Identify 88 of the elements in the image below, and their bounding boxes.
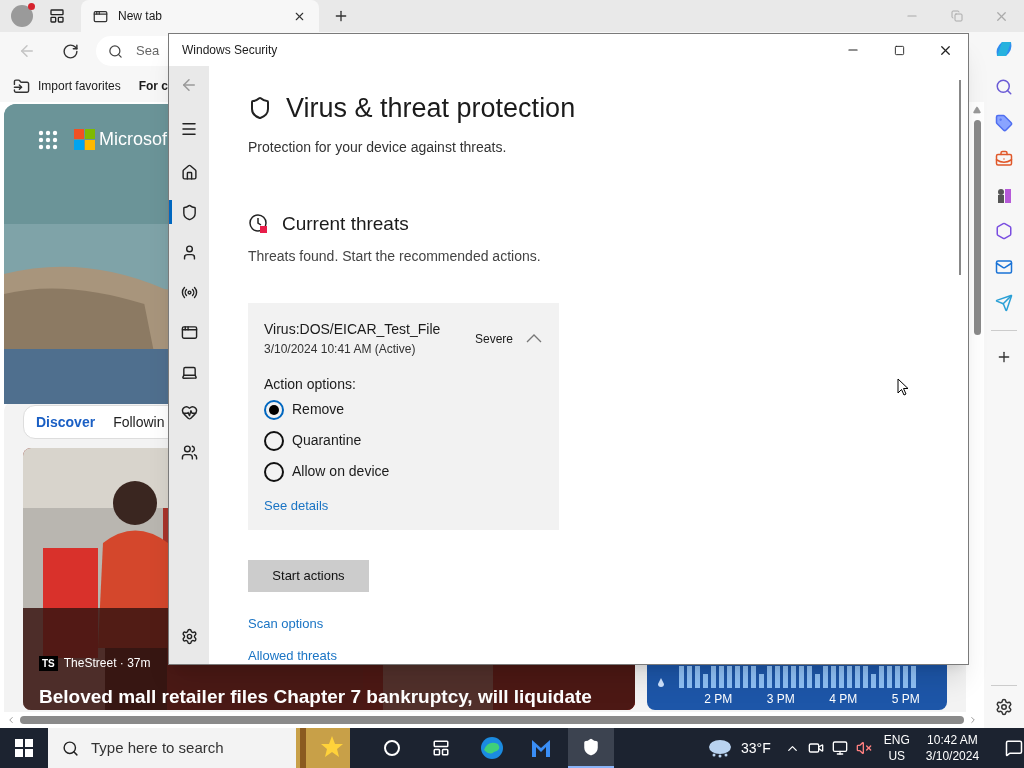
tag-icon[interactable] bbox=[995, 114, 1013, 132]
language-indicator[interactable]: ENG bbox=[883, 732, 910, 748]
page-heading: Virus & threat protection bbox=[286, 92, 576, 125]
region-indicator[interactable]: US bbox=[888, 748, 906, 764]
options-label: Action options: bbox=[264, 375, 357, 394]
menu-icon[interactable] bbox=[180, 120, 198, 138]
notifications-icon[interactable] bbox=[1005, 739, 1024, 757]
severity-label: Severe bbox=[474, 330, 513, 348]
apps-grid-icon[interactable] bbox=[38, 129, 58, 150]
section-title: Current threats bbox=[282, 211, 409, 236]
browser-swirl-icon[interactable] bbox=[480, 736, 504, 760]
time-label: 3 PM bbox=[766, 691, 795, 708]
tab-actions-icon[interactable] bbox=[49, 8, 65, 24]
option-label[interactable]: Quarantine bbox=[292, 430, 362, 451]
settings-link[interactable]: Scan options bbox=[248, 613, 956, 633]
feed-tab[interactable]: Followin bbox=[113, 411, 165, 433]
cortana-icon[interactable] bbox=[384, 740, 400, 756]
mail-icon[interactable] bbox=[995, 258, 1013, 276]
favorites-item[interactable]: For c bbox=[138, 77, 169, 95]
network-icon[interactable] bbox=[831, 740, 848, 756]
tab-title: New tab bbox=[118, 8, 164, 25]
search-icon[interactable] bbox=[995, 78, 1013, 96]
raindrop-icon bbox=[657, 678, 665, 688]
page-icon bbox=[93, 8, 108, 24]
shield-icon bbox=[180, 203, 198, 221]
threat-detected-time: 3/10/2024 10:41 AM (Active) bbox=[264, 341, 417, 358]
option-label[interactable]: Remove bbox=[292, 399, 345, 420]
radio-button[interactable] bbox=[264, 399, 284, 420]
brand-name: Microsof bbox=[99, 128, 167, 151]
weather-cloud-icon[interactable] bbox=[707, 738, 733, 758]
settings-link[interactable]: Allowed threats bbox=[248, 646, 956, 664]
address-placeholder: Sea bbox=[136, 42, 160, 61]
people-icon bbox=[180, 443, 198, 461]
window-icon bbox=[180, 323, 198, 341]
start-actions-button[interactable]: Start actions bbox=[248, 559, 369, 592]
time-label: 5 PM bbox=[891, 691, 920, 708]
chess-pieces-icon[interactable] bbox=[995, 186, 1013, 204]
import-icon bbox=[13, 77, 30, 95]
m-logo-icon[interactable] bbox=[530, 737, 552, 759]
threat-name: Virus:DOS/EICAR_Test_File bbox=[264, 320, 442, 339]
clock-alert-icon bbox=[248, 212, 270, 235]
story-headline[interactable]: Beloved mall retailer files Chapter 7 bankruptcy, will liquidate bbox=[39, 686, 599, 707]
volume-muted-icon[interactable] bbox=[855, 740, 872, 756]
heart-icon bbox=[180, 403, 198, 421]
start-icon[interactable] bbox=[15, 739, 33, 757]
maximize-icon bbox=[893, 44, 905, 56]
plus-icon bbox=[333, 8, 349, 24]
taskbar-search-field[interactable]: Type here to search bbox=[48, 728, 296, 768]
task-view-icon[interactable] bbox=[432, 739, 450, 757]
time-label: 4 PM bbox=[829, 691, 858, 708]
send-icon[interactable] bbox=[995, 294, 1013, 312]
section-description: Threats found. Start the recommended actions. bbox=[248, 247, 542, 266]
search-icon bbox=[108, 43, 123, 59]
clock-time[interactable]: 10:42 AM bbox=[927, 732, 978, 748]
chevron-up-icon bbox=[526, 334, 542, 343]
radio-button[interactable] bbox=[264, 430, 284, 451]
time-label: 2 PM bbox=[704, 691, 733, 708]
security-taskbar-button[interactable] bbox=[568, 728, 614, 768]
camera-icon[interactable] bbox=[807, 740, 824, 756]
page-subtitle: Protection for your device against threats. bbox=[248, 137, 508, 157]
hexagon-icon[interactable] bbox=[995, 222, 1013, 240]
clock-date[interactable]: 3/10/2024 bbox=[925, 748, 980, 764]
see-details-link[interactable]: See details bbox=[264, 496, 543, 516]
window-title: Windows Security bbox=[182, 42, 278, 59]
star-tiles-icon[interactable] bbox=[296, 728, 350, 768]
settings-icon[interactable] bbox=[180, 628, 198, 645]
option-label[interactable]: Allow on device bbox=[292, 461, 390, 482]
scroll-up-icon[interactable] bbox=[973, 106, 981, 114]
temperature[interactable]: 33°F bbox=[741, 737, 771, 759]
radio-button[interactable] bbox=[264, 461, 284, 482]
feed-tab[interactable]: Discover bbox=[36, 411, 96, 433]
avatar-icon[interactable] bbox=[11, 5, 33, 27]
story-source: TheStreet · 37m bbox=[63, 655, 151, 672]
shield-icon bbox=[582, 738, 600, 756]
windows-logo-icon bbox=[74, 129, 95, 150]
mouse-cursor-icon bbox=[897, 378, 909, 396]
refresh-icon[interactable] bbox=[62, 42, 79, 60]
browser-tab[interactable]: New tab bbox=[81, 0, 319, 32]
scroll-thumb[interactable] bbox=[973, 120, 981, 335]
restore-icon bbox=[950, 10, 963, 22]
add-icon[interactable] bbox=[996, 349, 1012, 365]
search-icon bbox=[62, 739, 79, 757]
shield-icon bbox=[248, 96, 272, 121]
search-placeholder: Type here to search bbox=[91, 737, 224, 758]
home-icon bbox=[180, 163, 198, 181]
toolbox-icon[interactable] bbox=[995, 150, 1013, 168]
settings-icon[interactable] bbox=[995, 698, 1013, 716]
favorites-item[interactable]: Import favorites bbox=[38, 77, 121, 95]
